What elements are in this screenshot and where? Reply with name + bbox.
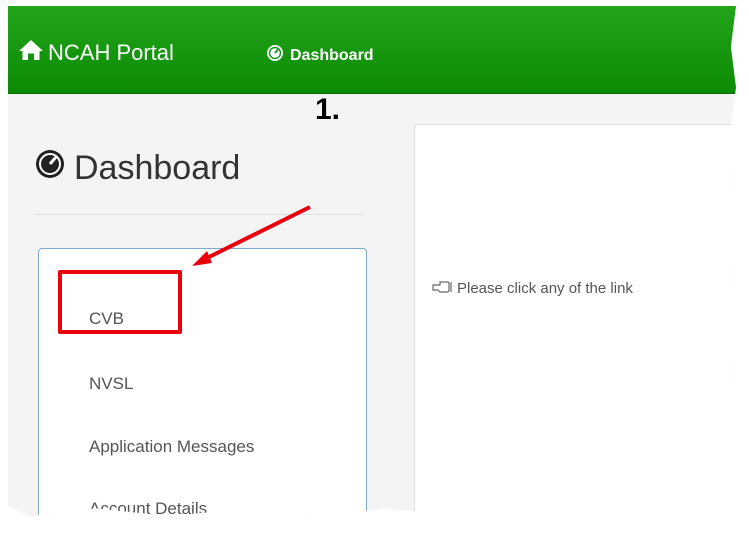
annotation-step-label: 1.	[315, 93, 341, 126]
app-window: NCAH Portal Dashboard Dashboard CVB NVSL…	[8, 6, 736, 516]
annotation-arrow-icon	[192, 205, 311, 266]
